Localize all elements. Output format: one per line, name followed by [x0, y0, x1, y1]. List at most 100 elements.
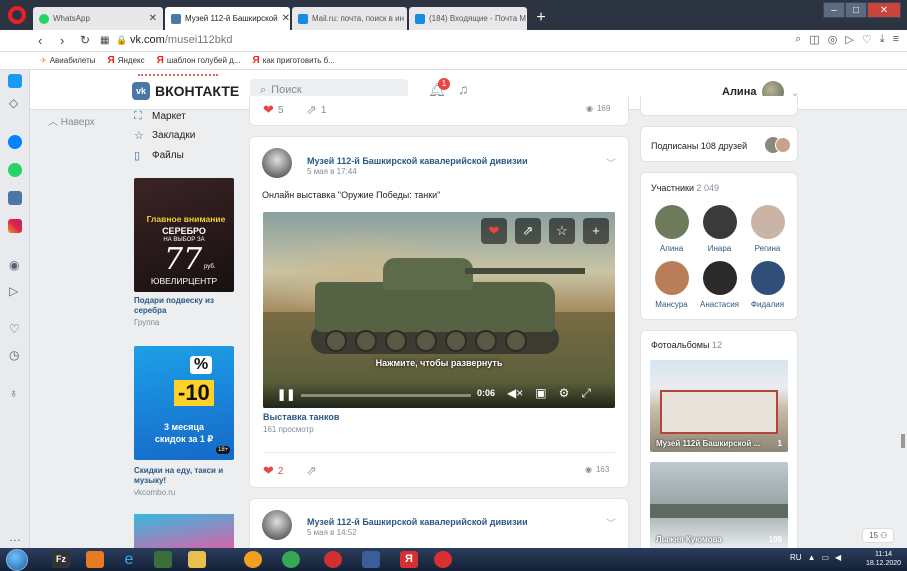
ftp-icon[interactable]: Fz	[52, 551, 70, 568]
video-add-button[interactable]: +	[583, 218, 609, 244]
ad-title[interactable]: Подари подвеску из серебра	[134, 296, 234, 316]
send-sidebar-icon[interactable]: ▷	[9, 284, 18, 298]
snapshot-icon[interactable]: ◫	[809, 33, 819, 46]
history-icon[interactable]: ◷	[9, 348, 19, 362]
vpn-icon[interactable]: ◎	[828, 33, 838, 46]
home-icon[interactable]	[8, 74, 22, 88]
menu-item-files[interactable]: ▯ Файлы	[134, 149, 184, 162]
volume-icon[interactable]: ◀	[835, 553, 841, 562]
fullscreen-icon[interactable]: ⤢	[581, 386, 591, 401]
tab-vk-museum[interactable]: Музей 112-й Башкирской ✕	[165, 7, 290, 30]
close-tab-icon[interactable]: ✕	[526, 13, 527, 24]
tab-inbox[interactable]: (184) Входящие - Почта М ✕	[409, 7, 527, 30]
album-item[interactable]: Музей 112й Башкирской ... 1	[650, 360, 788, 452]
bookmark-item[interactable]: ✈ Авиабилеты	[40, 56, 96, 65]
like-button[interactable]: ❤ 2	[263, 463, 283, 479]
send-icon[interactable]: ▷	[845, 33, 853, 46]
menu-item-bookmarks[interactable]: ☆ Закладки	[134, 129, 195, 142]
forward-icon[interactable]: ›	[60, 33, 64, 48]
media-icon[interactable]	[86, 551, 104, 568]
tray-arrow-icon[interactable]: ▲	[808, 553, 816, 562]
back-to-top-link[interactable]: ︿ Наверх	[48, 113, 95, 128]
avatar[interactable]	[262, 148, 292, 178]
video-share-button[interactable]: ⇗	[515, 218, 541, 244]
post-date[interactable]: 5 мая в 17:44	[307, 167, 357, 176]
menu-item-market[interactable]: ⛶ Маркет	[134, 110, 186, 123]
ad-title[interactable]: Скидки на еду, такси и музыку!	[134, 466, 234, 486]
maximize-button[interactable]: □	[845, 2, 867, 18]
share-button[interactable]: ⇗ 1	[306, 102, 326, 118]
download-icon[interactable]: ⤓	[880, 33, 885, 46]
post-author[interactable]: Музей 112-й Башкирской кавалерийской див…	[307, 156, 528, 166]
clock[interactable]: 11:14 18.12.2020	[866, 550, 901, 568]
member-item[interactable]: Анастасия	[697, 261, 742, 309]
more-icon[interactable]: …	[9, 530, 21, 544]
post-author[interactable]: Музей 112-й Башкирской кавалерийской див…	[307, 517, 528, 527]
mute-icon[interactable]: ◀×	[507, 386, 523, 401]
firefox-icon[interactable]	[244, 551, 262, 568]
video-player[interactable]: ❤ ⇗ ☆ + Нажмите, чтобы развернуть ❚❚ 0:0…	[263, 212, 615, 408]
close-tab-icon[interactable]: ✕	[278, 13, 290, 24]
folder-icon[interactable]	[188, 551, 206, 568]
video-expand-hint[interactable]: Нажмите, чтобы развернуть	[263, 358, 615, 368]
member-item[interactable]: Фидалия	[745, 261, 790, 309]
ad-image-combo[interactable]: % -10 3 месяца скидок за 1 ₽ 18+	[134, 346, 234, 460]
language-indicator[interactable]: RU	[790, 553, 802, 562]
scrollbar-thumb[interactable]	[901, 434, 905, 448]
member-item[interactable]: Мансура	[649, 261, 694, 309]
post-date[interactable]: 5 мая в 14:52	[307, 528, 357, 537]
video-bookmark-button[interactable]: ☆	[549, 218, 575, 244]
calculator-icon[interactable]	[154, 551, 172, 568]
vk-logo[interactable]: vk ВКОНТАКТЕ	[132, 82, 239, 100]
like-button[interactable]: ❤ 5	[263, 102, 283, 118]
opera-taskbar-icon[interactable]	[434, 551, 452, 568]
members-title[interactable]: Участники 2 049	[651, 183, 719, 193]
share-button[interactable]: ⇗	[306, 463, 317, 479]
tab-whatsapp[interactable]: WhatsApp ✕	[33, 7, 163, 30]
pause-icon[interactable]: ❚❚	[277, 388, 295, 401]
media-player-icon[interactable]	[324, 551, 342, 568]
video-like-button[interactable]: ❤	[481, 218, 507, 244]
bookmark-item[interactable]: Яшаблон голубей д...	[157, 55, 241, 66]
url-field[interactable]: vk.com/musei112bkd	[130, 34, 233, 46]
heart-icon[interactable]: ♡	[862, 33, 872, 46]
minimize-button[interactable]: ‒	[823, 2, 845, 18]
network-icon[interactable]: ▭	[821, 553, 829, 562]
settings-gear-icon[interactable]: ⚙	[559, 386, 570, 401]
messenger-icon[interactable]	[8, 135, 22, 149]
word-icon[interactable]	[362, 551, 380, 568]
reload-icon[interactable]: ↻	[80, 33, 90, 47]
favorites-icon[interactable]: ♡	[9, 322, 20, 336]
video-title[interactable]: Выставка танков	[263, 412, 339, 422]
instagram-icon[interactable]	[8, 219, 22, 233]
friends-card[interactable]: Подписаны 108 друзей	[640, 126, 798, 162]
close-window-button[interactable]: ✕	[867, 2, 901, 18]
start-button[interactable]	[6, 549, 28, 571]
albums-title[interactable]: Фотоальбомы 12	[651, 340, 722, 350]
speed-dial-icon[interactable]: ▦	[100, 35, 109, 46]
album-item[interactable]: Лыжня Куюмова 199	[650, 462, 788, 548]
internet-explorer-icon[interactable]: e	[120, 551, 138, 568]
video-progress-bar[interactable]	[301, 394, 471, 397]
yandex-taskbar-icon[interactable]: Я	[400, 551, 418, 568]
tips-icon[interactable]: ♁	[9, 386, 18, 400]
player-icon[interactable]: ◉	[9, 258, 19, 272]
music-icon[interactable]: ♫	[458, 81, 469, 97]
miniplayer-icon[interactable]: ▣	[535, 386, 546, 401]
back-icon[interactable]: ‹	[38, 33, 42, 48]
page-counter[interactable]: 15 ⚇	[862, 528, 895, 543]
map-pin-icon[interactable]	[282, 551, 300, 568]
avatar[interactable]	[262, 510, 292, 540]
new-tab-button[interactable]: +	[532, 9, 550, 27]
diamond-icon[interactable]: ◇	[9, 96, 18, 110]
bookmark-item[interactable]: Якак приготовить б...	[253, 55, 335, 66]
close-tab-icon[interactable]: ✕	[404, 13, 407, 24]
search-icon[interactable]: ⌕	[795, 33, 801, 46]
vk-sidebar-icon[interactable]	[8, 191, 22, 205]
member-item[interactable]: Регина	[745, 205, 790, 253]
whatsapp-sidebar-icon[interactable]	[8, 163, 22, 177]
ad-image-silver[interactable]: Главное внимание СЕРЕБРО НА ВЫБОР ЗА 77 …	[134, 178, 234, 292]
menu-icon[interactable]: ≡	[893, 33, 899, 46]
member-item[interactable]: Алина	[649, 205, 694, 253]
member-item[interactable]: Инара	[697, 205, 742, 253]
